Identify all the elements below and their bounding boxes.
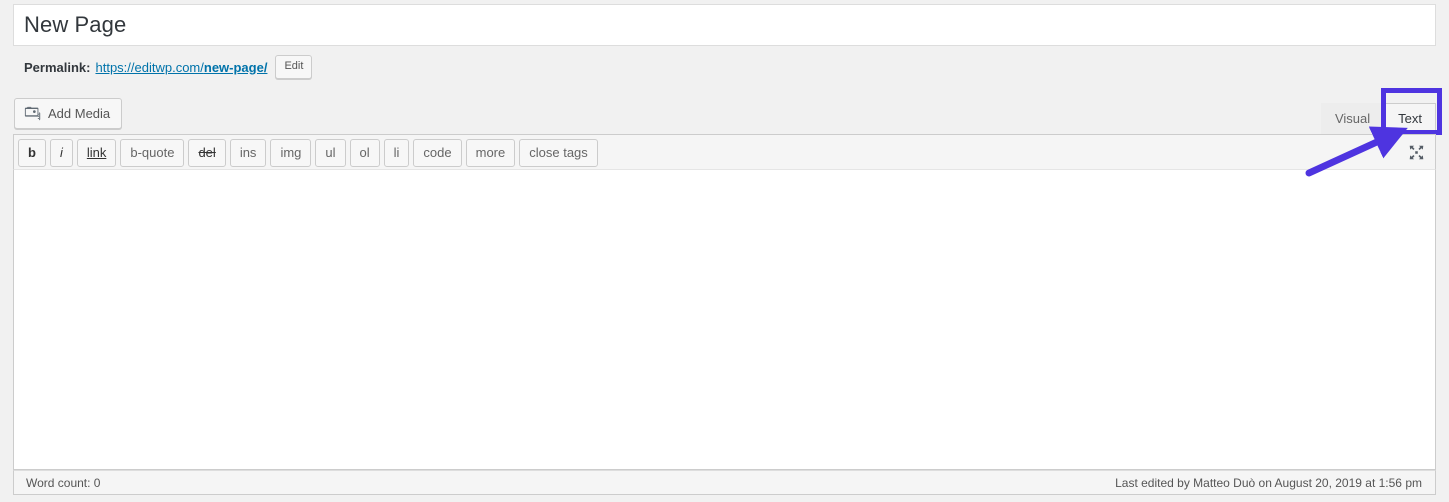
quicktag-code[interactable]: code [413,139,462,167]
add-media-button[interactable]: Add Media [14,98,123,129]
editor-content-textarea[interactable] [13,170,1436,470]
quicktag-ul[interactable]: ul [315,139,346,167]
media-buttons-bar: Add Media [13,94,1436,134]
quicktag-more[interactable]: more [465,139,516,167]
quicktag-blockquote[interactable]: b-quote [120,139,185,167]
permalink-url[interactable]: https://editwp.com/new-page/ [95,60,267,75]
tab-visual[interactable]: Visual [1320,103,1385,134]
quicktag-bold[interactable]: b [18,139,46,167]
quicktags-toolbar: b i link b-quote del ins img ul ol li code more clos… [13,134,1436,170]
quicktag-del[interactable]: del [188,139,226,167]
permalink-url-prefix: https://editwp.com/ [95,59,204,75]
word-count-label: Word count: 0 [26,476,101,490]
quicktag-link[interactable]: link [76,139,117,167]
edit-permalink-button[interactable]: Edit [275,55,313,79]
distraction-free-fullscreen-icon[interactable] [1402,139,1430,165]
quicktags-button-group: b i link b-quote del ins img ul ol li code more clos… [18,139,598,167]
media-camera-icon [24,104,42,122]
permalink-url-slug: new-page/ [203,59,268,75]
quicktag-close-tags[interactable]: close tags [519,139,598,167]
editor-mode-tabs: Visual Text [1320,103,1436,134]
permalink: Permalink: https://editwp.com/new-page/ … [24,55,313,79]
permalink-label: Permalink: [24,59,91,75]
quicktag-italic[interactable]: i [49,139,73,167]
quicktag-li[interactable]: li [383,139,410,167]
tab-text[interactable]: Text [1384,103,1436,134]
add-media-label: Add Media [48,105,111,121]
quicktag-ins[interactable]: ins [229,139,267,167]
editor-status-bar: Word count: 0 Last edited by Matteo Duò … [13,470,1436,495]
post-title-field[interactable]: New Page [13,4,1436,46]
post-title-input[interactable]: New Page [24,5,126,45]
quicktag-ol[interactable]: ol [349,139,380,167]
quicktag-img[interactable]: img [270,139,312,167]
last-edited-label: Last edited by Matteo Duò on August 20, … [1115,476,1422,490]
